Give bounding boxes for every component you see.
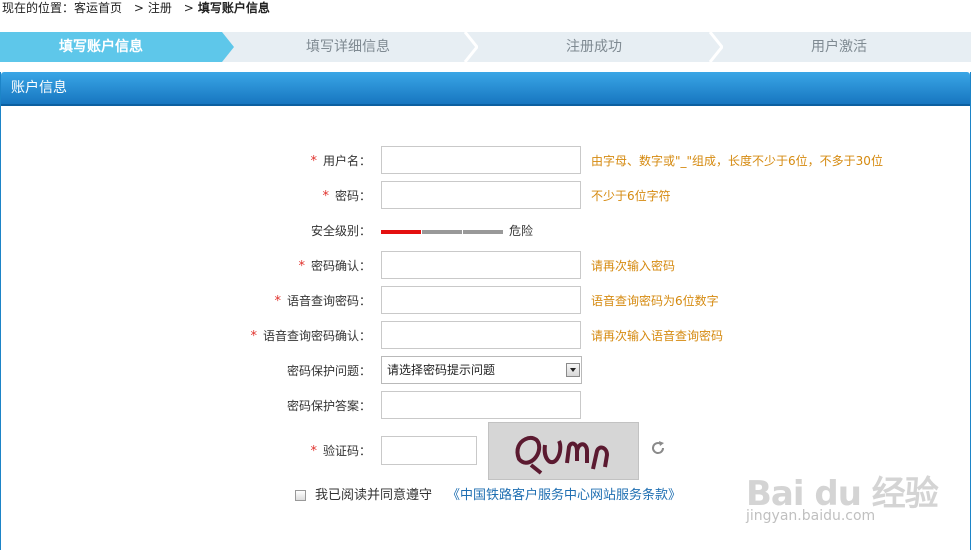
strength-label: 安全级别： xyxy=(310,224,371,238)
voice-password-confirm-row: * 语音查询密码确认： 请再次输入语音查询密码 xyxy=(0,321,971,351)
voice-password-row: * 语音查询密码： 语音查询密码为6位数字 xyxy=(0,286,971,316)
required-mark: * xyxy=(310,154,317,169)
username-input[interactable] xyxy=(381,146,581,174)
agree-checkbox[interactable] xyxy=(295,490,306,501)
security-question-row: 密码保护问题： 请选择密码提示问题 xyxy=(0,356,971,386)
password-label: * 密码： xyxy=(322,181,371,212)
password-confirm-label-text: 密码确认： xyxy=(310,259,371,273)
required-mark: * xyxy=(310,444,317,459)
voice-password-confirm-input[interactable] xyxy=(381,321,581,349)
breadcrumb-prefix: 现在的位置： xyxy=(2,1,75,15)
captcha-image[interactable] xyxy=(488,422,639,480)
password-confirm-hint: 请再次输入密码 xyxy=(591,259,676,273)
captcha-input[interactable] xyxy=(381,436,477,465)
step-chevron-icon xyxy=(464,32,478,62)
step-register-success: 注册成功 xyxy=(478,32,710,62)
voice-password-label: * 语音查询密码： xyxy=(274,286,371,317)
breadcrumb-separator: > xyxy=(133,1,144,15)
required-mark: * xyxy=(322,189,329,204)
agree-text: 我已阅读并同意遵守 xyxy=(315,488,433,503)
chevron-down-icon[interactable] xyxy=(566,363,580,377)
strength-segment xyxy=(422,230,462,234)
password-confirm-row: * 密码确认： 请再次输入密码 xyxy=(0,251,971,281)
terms-link[interactable]: 《中国铁路客户服务中心网站服务条款》 xyxy=(447,486,681,506)
breadcrumb-separator: > xyxy=(183,1,194,15)
required-mark: * xyxy=(298,259,305,274)
required-mark: * xyxy=(250,329,257,344)
voice-password-confirm-label-text: 语音查询密码确认： xyxy=(262,329,371,343)
step-details-info: 填写详细信息 xyxy=(232,32,464,62)
password-strength-row: 安全级别： 危险 xyxy=(0,216,971,246)
password-hint: 不少于6位字符 xyxy=(591,189,671,203)
step-label: 用户激活 xyxy=(811,39,867,55)
voice-password-confirm-hint: 请再次输入语音查询密码 xyxy=(591,329,724,343)
strength-segment xyxy=(463,230,503,234)
password-row: * 密码： 不少于6位字符 xyxy=(0,181,971,211)
step-label: 注册成功 xyxy=(566,39,622,55)
username-label: * 用户名： xyxy=(310,146,371,177)
breadcrumb-register-link[interactable]: 注册 xyxy=(148,0,172,16)
breadcrumb: 现在的位置：客运首页 > 注册 > 填写账户信息 xyxy=(2,0,270,18)
security-answer-input[interactable] xyxy=(381,391,581,419)
captcha-label: * 验证码： xyxy=(310,436,371,467)
strength-level-text: 危险 xyxy=(509,224,534,238)
security-question-selected: 请选择密码提示问题 xyxy=(387,363,496,377)
step-label: 填写账户信息 xyxy=(59,39,143,55)
watermark-url: jingyan.baidu.com xyxy=(746,508,876,524)
password-strength-meter xyxy=(381,230,505,234)
voice-password-hint: 语音查询密码为6位数字 xyxy=(591,294,719,308)
password-confirm-label: * 密码确认： xyxy=(298,251,371,282)
password-input[interactable] xyxy=(381,181,581,209)
strength-segment xyxy=(381,230,421,234)
security-question-select[interactable]: 请选择密码提示问题 xyxy=(381,356,582,384)
captcha-label-text: 验证码： xyxy=(322,444,371,458)
step-chevron-icon xyxy=(709,32,723,62)
step-user-activation: 用户激活 xyxy=(722,32,956,62)
captcha-image-glyphs xyxy=(515,436,610,475)
step-account-info: 填写账户信息 xyxy=(0,32,222,62)
username-row: * 用户名： 由字母、数字或"_"组成，长度不少于6位，不多于30位 xyxy=(0,146,971,176)
panel-title: 账户信息 xyxy=(1,72,970,106)
voice-password-input[interactable] xyxy=(381,286,581,314)
breadcrumb-home-link[interactable]: 客运首页 xyxy=(74,0,122,16)
step-label: 填写详细信息 xyxy=(306,39,390,55)
registration-steps: 填写账户信息 填写详细信息 注册成功 用户激活 xyxy=(0,32,971,62)
voice-password-confirm-label: * 语音查询密码确认： xyxy=(250,321,371,352)
security-answer-row: 密码保护答案： xyxy=(0,391,971,421)
refresh-icon[interactable] xyxy=(650,440,666,456)
password-label-text: 密码： xyxy=(334,189,371,203)
voice-password-label-text: 语音查询密码： xyxy=(286,294,371,308)
username-hint: 由字母、数字或"_"组成，长度不少于6位，不多于30位 xyxy=(591,154,883,168)
baidu-jingyan-watermark: Bai du 经验 jingyan.baidu.com xyxy=(742,462,967,532)
username-label-text: 用户名： xyxy=(322,154,371,168)
breadcrumb-current: 填写账户信息 xyxy=(197,1,270,15)
required-mark: * xyxy=(274,294,281,309)
security-answer-label: 密码保护答案： xyxy=(286,399,371,413)
password-confirm-input[interactable] xyxy=(381,251,581,279)
security-question-label: 密码保护问题： xyxy=(286,364,371,378)
